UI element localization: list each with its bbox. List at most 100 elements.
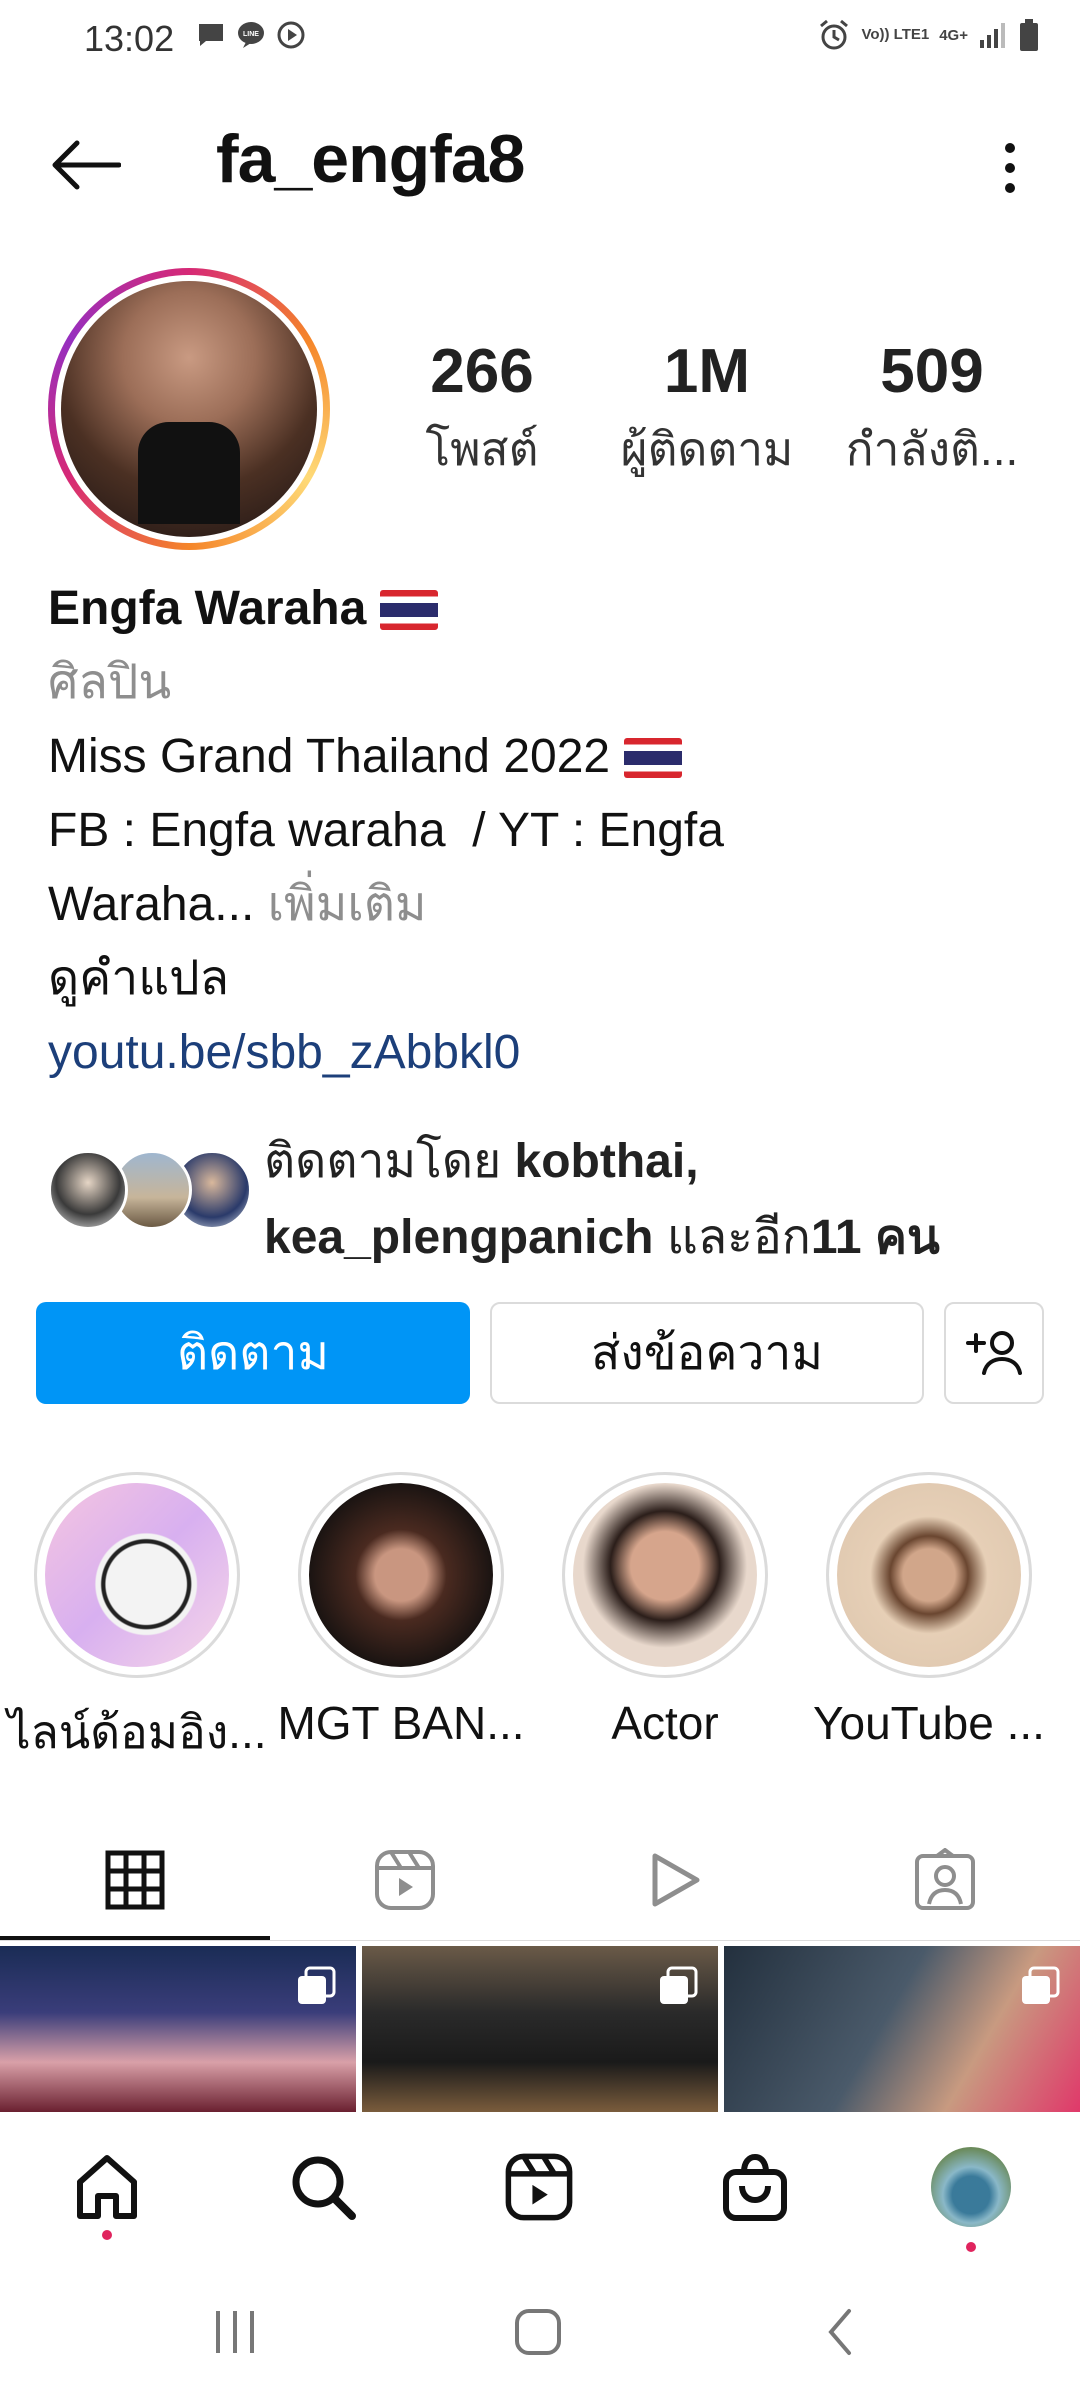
- back-button[interactable]: [40, 130, 130, 200]
- notification-dot: [966, 2242, 976, 2252]
- follower-avatar: [48, 1150, 128, 1230]
- arrow-left-icon: [52, 140, 121, 190]
- tagged-icon: [915, 1848, 975, 1910]
- recent-apps-icon: [216, 2311, 254, 2353]
- stat-following[interactable]: 509 กำลังติ...: [832, 336, 1032, 486]
- nav-search[interactable]: [278, 2142, 368, 2232]
- video-icon: [652, 1853, 700, 1907]
- bottom-navigation: [0, 2112, 1080, 2262]
- follow-button[interactable]: ติดตาม: [36, 1302, 470, 1404]
- nav-profile[interactable]: [926, 2142, 1016, 2232]
- system-navigation-bar: [0, 2262, 1080, 2400]
- svg-text:LINE: LINE: [243, 31, 259, 38]
- nav-reels[interactable]: [494, 2142, 584, 2232]
- recent-apps-button[interactable]: [185, 2302, 285, 2362]
- suggested-users-button[interactable]: [944, 1302, 1044, 1404]
- followed-by-count: 11 คน: [810, 1211, 940, 1264]
- bio-text-line-3: Waraha...: [48, 878, 255, 931]
- translate-link[interactable]: ดูคำแปล: [48, 942, 1048, 1016]
- system-back-button[interactable]: [790, 2302, 890, 2362]
- nav-shop[interactable]: [710, 2142, 800, 2232]
- tab-tagged[interactable]: [810, 1818, 1080, 1942]
- profile-avatar: [931, 2147, 1011, 2227]
- stat-followers-count: 1M: [663, 337, 751, 406]
- highlight-cover: [837, 1483, 1021, 1667]
- bio-text-line-2: FB : Engfa waraha / YT : Engfa: [48, 804, 724, 857]
- posts-grid: [0, 1946, 1080, 2112]
- followed-by-and-more: และอีก: [666, 1211, 811, 1264]
- profile-header-bar: fa_engfa8: [0, 110, 1080, 210]
- post-thumbnail[interactable]: [362, 1946, 718, 2112]
- profile-content-tabs: [0, 1818, 1080, 1942]
- highlight-label: MGT BAN...: [277, 1697, 525, 1749]
- stat-followers[interactable]: 1M ผู้ติดตาม: [596, 336, 818, 486]
- tab-reels[interactable]: [270, 1818, 540, 1942]
- line-icon: LINE: [236, 20, 266, 50]
- status-system-icons: Vo)) LTE1 4G+: [817, 18, 1040, 52]
- add-person-icon: [966, 1331, 1022, 1375]
- thailand-flag-icon: [380, 590, 439, 630]
- network-4g-icon: 4G+: [939, 26, 968, 44]
- followed-by-prefix: ติดตามโดย: [264, 1135, 502, 1188]
- highlight-label: Actor: [611, 1697, 719, 1749]
- story-highlight[interactable]: ไลน์ด้อมอิง...: [7, 1472, 267, 1758]
- stat-posts-label: โพสต์: [425, 423, 539, 475]
- reels-icon: [375, 1850, 435, 1910]
- followed-by-user: kea_plengpanich: [264, 1211, 654, 1264]
- notification-dot: [102, 2230, 112, 2240]
- highlight-label: YouTube ...: [813, 1697, 1045, 1749]
- highlight-cover: [45, 1483, 229, 1667]
- status-notification-icons: LINE: [196, 20, 306, 50]
- highlight-label: ไลน์ด้อมอิง...: [7, 1706, 267, 1758]
- status-bar: 13:02 LINE Vo)) LTE1 4G+: [0, 0, 1080, 76]
- nav-home[interactable]: [62, 2142, 152, 2232]
- status-time: 13:02: [84, 18, 175, 59]
- post-thumbnail[interactable]: [0, 1946, 356, 2112]
- carousel-icon: [660, 1966, 698, 2004]
- chat-bubble-icon: [196, 20, 226, 50]
- followed-by-avatars[interactable]: [48, 1150, 252, 1234]
- carousel-icon: [1022, 1966, 1060, 2004]
- alarm-icon: [817, 18, 851, 52]
- story-highlight[interactable]: MGT BAN...: [277, 1472, 525, 1749]
- reels-icon: [505, 2153, 573, 2221]
- signal-icon: [978, 20, 1008, 50]
- story-highlight[interactable]: Actor: [562, 1472, 768, 1749]
- stat-followers-label: ผู้ติดตาม: [620, 423, 794, 475]
- profile-avatar: [61, 281, 317, 537]
- shop-icon: [723, 2153, 787, 2221]
- more-options-button[interactable]: [980, 128, 1040, 208]
- bio-text-line-1: Miss Grand Thailand 2022: [48, 730, 611, 783]
- battery-icon: [1018, 18, 1040, 52]
- carousel-icon: [298, 1966, 336, 2004]
- profile-username: fa_engfa8: [216, 121, 525, 197]
- play-icon: [276, 20, 306, 50]
- story-highlight[interactable]: YouTube ...: [813, 1472, 1045, 1749]
- tab-videos[interactable]: [540, 1818, 810, 1942]
- home-system-button[interactable]: [488, 2302, 588, 2362]
- bio-more-link[interactable]: เพิ่มเติม: [268, 878, 427, 931]
- stat-posts-count: 266: [430, 337, 534, 406]
- stat-following-label: กำลังติ...: [845, 423, 1019, 475]
- chevron-left-icon: [828, 2309, 851, 2355]
- profile-display-name: Engfa Waraha: [48, 582, 367, 635]
- home-icon: [77, 2155, 137, 2219]
- more-vertical-icon: [1005, 143, 1015, 193]
- home-system-icon: [515, 2309, 561, 2355]
- volte-icon: Vo)) LTE1: [861, 26, 930, 43]
- profile-category: ศิลปิน: [48, 656, 172, 709]
- thailand-flag-icon: [624, 738, 683, 778]
- profile-avatar-story-ring[interactable]: [48, 268, 330, 550]
- followed-by-user: kobthai,: [514, 1135, 699, 1188]
- post-thumbnail[interactable]: [724, 1946, 1080, 2112]
- tabs-divider: [0, 1940, 1080, 1941]
- message-button[interactable]: ส่งข้อความ: [490, 1302, 924, 1404]
- profile-bio: Engfa Waraha ศิลปิน Miss Grand Thailand …: [48, 572, 1048, 1090]
- followed-by-text[interactable]: ติดตามโดย kobthai, kea_plengpanich และอี…: [264, 1124, 1064, 1276]
- tab-posts-grid[interactable]: [0, 1818, 270, 1942]
- stat-following-count: 509: [880, 337, 984, 406]
- highlight-cover: [573, 1483, 757, 1667]
- grid-icon: [105, 1850, 165, 1910]
- stat-posts: 266 โพสต์: [400, 336, 564, 486]
- bio-external-link[interactable]: youtu.be/sbb_zAbbkl0: [48, 1016, 1048, 1090]
